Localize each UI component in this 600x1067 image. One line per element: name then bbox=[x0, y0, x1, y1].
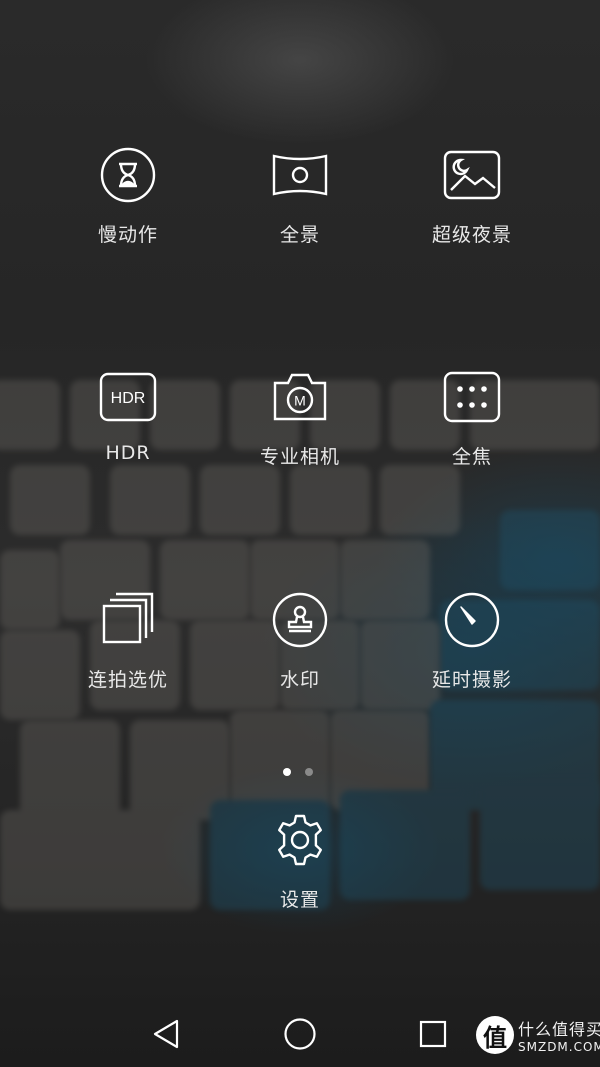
mode-all-focus[interactable]: 全焦 bbox=[392, 367, 552, 469]
smzdm-logo: 值 bbox=[476, 1016, 514, 1054]
watermark-text-en: SMZDM.COM bbox=[518, 1040, 600, 1054]
mode-grid: 慢动作 全景 超级夜景 HDR HDR M 专业相机 全焦 连拍选优 水印 延时… bbox=[0, 0, 600, 1067]
recents-icon bbox=[419, 1020, 447, 1048]
mode-panorama[interactable]: 全景 bbox=[220, 145, 380, 247]
hdr-icon: HDR bbox=[98, 367, 158, 427]
mode-label: 慢动作 bbox=[97, 224, 158, 246]
hourglass-icon bbox=[98, 145, 158, 205]
mode-label: 专业相机 bbox=[259, 446, 340, 468]
burst-icon bbox=[98, 590, 158, 650]
home-button[interactable] bbox=[275, 1012, 325, 1056]
mode-burst[interactable]: 连拍选优 bbox=[48, 590, 208, 692]
mode-slow-motion[interactable]: 慢动作 bbox=[48, 145, 208, 247]
camera-mode-screen: 慢动作 全景 超级夜景 HDR HDR M 专业相机 全焦 连拍选优 水印 延时… bbox=[0, 0, 600, 1067]
timelapse-icon bbox=[442, 590, 502, 650]
mode-timelapse[interactable]: 延时摄影 bbox=[392, 590, 552, 692]
pro-camera-icon: M bbox=[270, 367, 330, 427]
stamp-icon bbox=[270, 590, 330, 650]
panorama-icon bbox=[270, 145, 330, 205]
watermark-text: 什么值得买 SMZDM.COM bbox=[518, 1016, 600, 1054]
back-button[interactable] bbox=[141, 1012, 191, 1056]
mode-pro-camera[interactable]: M 专业相机 bbox=[220, 367, 380, 469]
mode-super-night[interactable]: 超级夜景 bbox=[392, 145, 552, 247]
mode-label: 超级夜景 bbox=[431, 224, 512, 246]
hdr-icon-text: HDR bbox=[111, 390, 146, 407]
mode-label: 连拍选优 bbox=[87, 669, 168, 691]
mode-label: 延时摄影 bbox=[431, 669, 512, 691]
home-icon bbox=[284, 1018, 316, 1050]
mode-label: HDR bbox=[105, 442, 151, 464]
smzdm-watermark: 值 什么值得买 SMZDM.COM bbox=[476, 1016, 600, 1054]
gear-icon bbox=[270, 810, 330, 870]
page-dot-active[interactable] bbox=[283, 768, 291, 776]
all-focus-icon bbox=[442, 367, 502, 427]
page-dot-inactive[interactable] bbox=[305, 768, 313, 776]
night-landscape-icon bbox=[442, 145, 502, 205]
back-icon bbox=[153, 1019, 179, 1049]
page-indicator bbox=[283, 768, 313, 776]
mode-label: 全景 bbox=[279, 224, 320, 246]
watermark-text-cn: 什么值得买 bbox=[518, 1020, 600, 1039]
mode-settings[interactable]: 设置 bbox=[220, 810, 380, 912]
mode-label: 设置 bbox=[279, 889, 320, 911]
mode-hdr[interactable]: HDR HDR bbox=[48, 367, 208, 464]
mode-label: 水印 bbox=[279, 669, 320, 691]
recents-button[interactable] bbox=[408, 1012, 458, 1056]
pro-camera-icon-text: M bbox=[294, 393, 306, 409]
mode-label: 全焦 bbox=[451, 446, 492, 468]
mode-watermark[interactable]: 水印 bbox=[220, 590, 380, 692]
